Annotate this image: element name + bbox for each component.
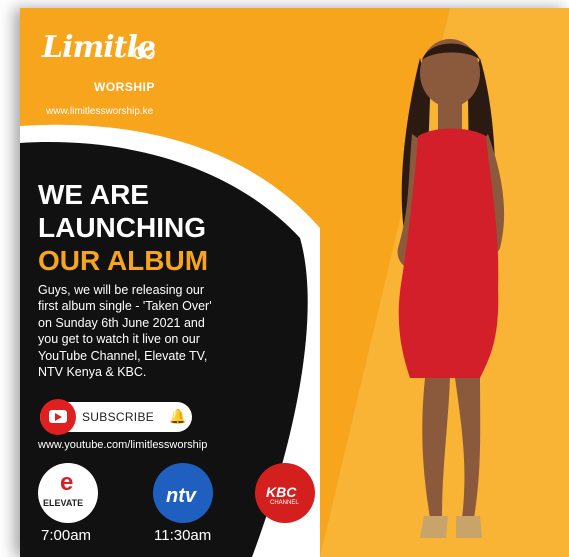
announcement-line: first album single - 'Taken Over' <box>38 299 212 314</box>
ntv-label: ntv <box>166 485 196 507</box>
elevate-label: ELEVATE <box>43 498 84 508</box>
youtube-url[interactable]: www.youtube.com/limitlessworship <box>38 439 207 451</box>
brand-logo: Limitle ∞ WORSHIP <box>42 30 162 100</box>
elevate-time: 7:00am <box>41 527 92 544</box>
website-url[interactable]: www.limitlessworship.ke <box>46 106 153 117</box>
headline: WE ARE LAUNCHING OUR ALBUM <box>38 178 208 277</box>
headline-line-2: LAUNCHING <box>38 212 206 243</box>
headline-line-1: WE ARE <box>38 179 149 210</box>
kbc-sub-label: CHANNEL <box>270 500 299 506</box>
youtube-icon <box>40 399 76 435</box>
announcement-line: NTV Kenya & KBC. <box>38 365 147 380</box>
elevate-mark: e <box>60 469 74 496</box>
ntv-logo: ntv <box>153 463 213 523</box>
kbc-label: KBC <box>266 484 297 500</box>
infinity-icon: ∞ <box>130 32 159 72</box>
announcement-line: on Sunday 6th June 2021 and <box>38 315 205 330</box>
kbc-time: 2:00pm <box>264 527 315 544</box>
announcement-text: Guys, we will be releasing our first alb… <box>38 282 238 380</box>
announcement-line: YouTube Channel, Elevate TV, <box>38 348 208 363</box>
subscribe-button[interactable]: SUBSCRIBE 🔔 <box>40 399 192 435</box>
announcement-line: you get to watch it live on our <box>38 332 200 347</box>
poster: Limitle ∞ WORSHIP www.limitlessworship.k… <box>20 8 569 557</box>
bell-icon: 🔔 <box>169 408 187 424</box>
kbc-logo: KBC CHANNEL <box>255 463 315 523</box>
elevate-tv-logo: e ELEVATE <box>38 463 98 523</box>
headline-line-3: OUR ALBUM <box>38 245 209 276</box>
ntv-time: 11:30am <box>154 527 212 544</box>
play-icon <box>49 410 67 423</box>
announcement-line: Guys, we will be releasing our <box>38 283 205 297</box>
subscribe-label: SUBSCRIBE <box>82 410 155 424</box>
artist-photo <box>397 39 505 538</box>
logo-worship-text: WORSHIP <box>94 80 155 94</box>
